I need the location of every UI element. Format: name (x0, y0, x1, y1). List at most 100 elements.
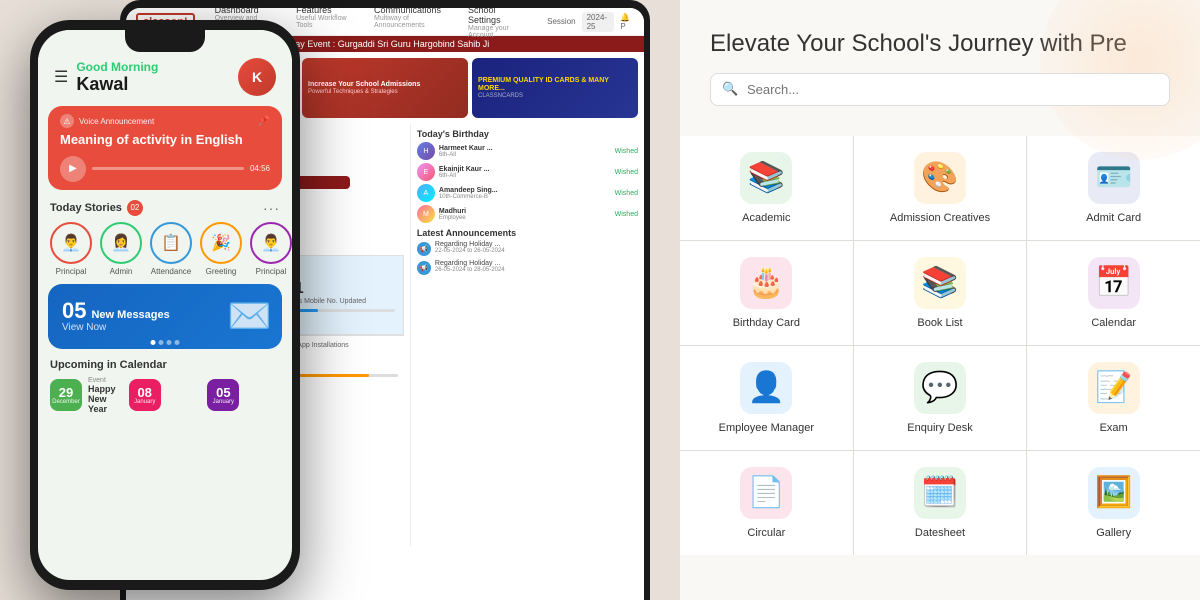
messages-card[interactable]: 05 New Messages View Now ✉️ (48, 284, 282, 349)
birthday-item-3: A Amandeep Sing... 10th-Commerce-B Wishe… (417, 184, 638, 202)
story-name-principal-1: Principal (56, 267, 87, 276)
cal-date-box-2: 08 January (129, 379, 161, 411)
bday-avatar-4: M (417, 205, 435, 223)
cal-event-2: 08 January (129, 377, 202, 414)
feature-card-enquiry-desk[interactable]: 💬 Enquiry Desk (854, 346, 1027, 450)
story-name-greeting: Greeting (206, 267, 237, 276)
bday-wished-1: Wished (615, 148, 638, 155)
session-value: 2024-25 (582, 12, 615, 32)
good-morning-label: Good Morning (76, 60, 158, 74)
feature-card-birthday-card[interactable]: 🎂 Birthday Card (680, 241, 853, 345)
right-header: Elevate Your School's Journey with Pre 🔍 (680, 0, 1200, 126)
user-avatar[interactable]: K (238, 58, 276, 96)
stories-list: 👨‍💼 Principal 👩‍💼 Admin 📋 Attendance 🎉 G… (38, 222, 292, 284)
calendar-section: Upcoming in Calendar 29 December Event H… (38, 349, 292, 420)
audio-progress-bar[interactable] (92, 167, 244, 170)
feature-icon-wrap-datesheet: 🗓️ (914, 467, 966, 519)
bday-wished-3: Wished (615, 190, 638, 197)
banner-2-sub: Powerful Techniques & Strategies (308, 89, 462, 95)
story-principal-2[interactable]: 👨‍💼 Principal (250, 222, 292, 276)
stories-badge: 02 (127, 200, 143, 216)
stories-title-row: Today Stories 02 (50, 200, 143, 216)
birthday-item-2: E Ekainjit Kaur ... 6th-All Wished (417, 163, 638, 181)
session-label: Session (547, 17, 575, 26)
messages-count: 05 (62, 300, 86, 322)
bday-info-2: Ekainjit Kaur ... 6th-All (439, 166, 611, 179)
banner-2[interactable]: Increase Your School Admissions Powerful… (302, 58, 468, 118)
nav-school-settings[interactable]: School Settings Manage your Account (468, 8, 527, 39)
banner-3[interactable]: PREMIUM QUALITY ID CARDS & MANY MORE... … (472, 58, 638, 118)
messages-content: 05 New Messages View Now (62, 300, 170, 333)
story-avatar-attendance: 📋 (150, 222, 192, 264)
feature-icon-enquiry-desk: 💬 (921, 370, 958, 405)
play-button[interactable]: ▶ (60, 156, 86, 182)
dot-1 (151, 340, 156, 345)
voice-label: Voice Announcement (79, 117, 154, 126)
ann-date-1: 22-05-2024 to 26-05-2024 (435, 248, 505, 254)
feature-icon-employee-manager: 👤 (748, 370, 785, 405)
right-panel: Elevate Your School's Journey with Pre 🔍… (680, 0, 1200, 600)
left-panel: classon! Dashboard Overview and Statisti… (0, 0, 680, 600)
feature-card-circular[interactable]: 📄 Circular (680, 451, 853, 555)
story-avatar-greeting: 🎉 (200, 222, 242, 264)
voice-pin-icon: 📌 (258, 116, 270, 127)
story-attendance[interactable]: 📋 Attendance (150, 222, 192, 276)
feature-label-gallery: Gallery (1096, 527, 1131, 539)
voice-duration: 04:56 (250, 164, 270, 173)
cal-event-name-1: Happy New Year (88, 384, 123, 414)
feature-label-employee-manager: Employee Manager (719, 422, 814, 434)
messages-action[interactable]: View Now (62, 322, 170, 333)
ann-text-1: Regarding Holiday ... (435, 241, 505, 248)
cal-event-info-1: Event Happy New Year (88, 377, 123, 414)
announcements-title: Latest Announcements (417, 228, 638, 238)
feature-icon-gallery: 🖼️ (1095, 475, 1132, 510)
voice-header: ⚠ Voice Announcement 📌 (60, 114, 270, 128)
search-icon: 🔍 (722, 81, 738, 97)
feature-card-employee-manager[interactable]: 👤 Employee Manager (680, 346, 853, 450)
announcement-item-1: 📢 Regarding Holiday ... 22-05-2024 to 26… (417, 241, 638, 256)
ann-icon-1: 📢 (417, 242, 431, 256)
ann-icon-2: 📢 (417, 261, 431, 275)
dot-2 (159, 340, 164, 345)
banner-2-title: Increase Your School Admissions (308, 81, 462, 89)
feature-card-admit-card[interactable]: 🪪 Admit Card (1027, 136, 1200, 240)
feature-card-gallery[interactable]: 🖼️ Gallery (1027, 451, 1200, 555)
story-admin[interactable]: 👩‍💼 Admin (100, 222, 142, 276)
voice-announcement-card: ⚠ Voice Announcement 📌 Meaning of activi… (48, 106, 282, 190)
birthdays-title: Today's Birthday (417, 129, 638, 139)
feature-card-admission-creatives[interactable]: 🎨 Admission Creatives (854, 136, 1027, 240)
voice-player: ▶ 04:56 (60, 156, 270, 182)
nav-features[interactable]: Features Useful Workflow Tools (296, 8, 356, 39)
feature-icon-datesheet: 🗓️ (921, 475, 958, 510)
feature-label-book-list: Book List (917, 317, 962, 329)
search-input[interactable] (710, 73, 1170, 106)
feature-icon-wrap-admit-card: 🪪 (1088, 152, 1140, 204)
banner-3-sub: CLASSNCARDS (478, 93, 632, 99)
stories-more-icon[interactable]: ··· (263, 200, 280, 216)
bday-info-1: Harmeet Kaur ... 6th-All (439, 145, 611, 158)
story-greeting[interactable]: 🎉 Greeting (200, 222, 242, 276)
search-container: 🔍 (710, 73, 1170, 106)
calendar-events: 29 December Event Happy New Year 08 Janu… (50, 377, 280, 414)
cal-event-3: 05 January (207, 377, 280, 414)
bday-wished-4: Wished (615, 211, 638, 218)
feature-icon-wrap-employee-manager: 👤 (740, 362, 792, 414)
feature-card-calendar[interactable]: 📅 Calendar (1027, 241, 1200, 345)
menu-icon[interactable]: ☰ (54, 67, 68, 87)
ann-date-2: 26-05-2024 to 28-05-2024 (435, 267, 505, 273)
feature-icon-wrap-enquiry-desk: 💬 (914, 362, 966, 414)
story-avatar-admin: 👩‍💼 (100, 222, 142, 264)
mobile-screen: ☰ Good Morning Kawal K ⚠ Voice Announcem… (38, 30, 292, 580)
feature-icon-wrap-admission-creatives: 🎨 (914, 152, 966, 204)
feature-card-book-list[interactable]: 📚 Book List (854, 241, 1027, 345)
greeting-text: Good Morning (76, 60, 238, 74)
icons-row: 🔔 P (620, 13, 634, 31)
feature-card-academic[interactable]: 📚 Academic (680, 136, 853, 240)
story-principal-1[interactable]: 👨‍💼 Principal (50, 222, 92, 276)
bday-avatar-2: E (417, 163, 435, 181)
feature-card-datesheet[interactable]: 🗓️ Datesheet (854, 451, 1027, 555)
feature-card-exam[interactable]: 📝 Exam (1027, 346, 1200, 450)
bday-class-3: 10th-Commerce-B (439, 194, 611, 200)
bday-name-2: Ekainjit Kaur ... (439, 166, 611, 173)
nav-communications[interactable]: Communications Multiway of Announcements (374, 8, 450, 39)
